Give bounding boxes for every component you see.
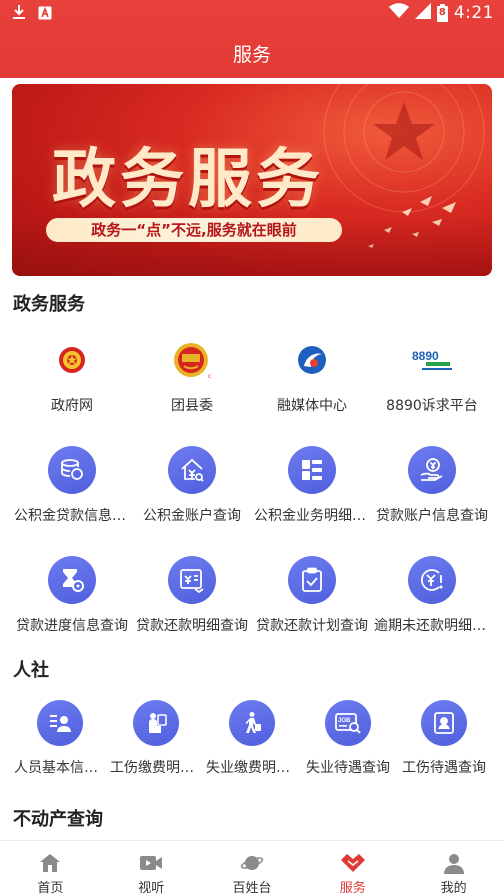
- service-item-loan-account[interactable]: 贷款账户信息查询: [372, 446, 492, 525]
- social-item-label: 人员基本信息查询: [14, 760, 108, 776]
- social-item-unemploy-payment[interactable]: 失业缴费明细查询: [204, 700, 300, 777]
- user-icon: [441, 851, 467, 875]
- social-item-unemploy-benefit[interactable]: JOB 失业待遇查询: [300, 700, 396, 777]
- planet-icon: [239, 851, 265, 875]
- service-item-fund-account[interactable]: 公积金账户查询: [132, 446, 252, 525]
- social-item-injury-payment[interactable]: 工伤缴费明细查询: [108, 700, 204, 777]
- tab-label: 首页: [37, 881, 64, 896]
- handshake-icon: [340, 851, 366, 875]
- service-item-8890[interactable]: 8890 8890诉求平台: [372, 336, 492, 415]
- hotline-8890-icon: 8890: [408, 336, 456, 384]
- page-title: 服务: [232, 44, 271, 66]
- service-item-fund-loan-info[interactable]: 公积金贷款信息查询: [12, 446, 132, 525]
- section-title-social: 人社: [13, 660, 49, 681]
- signal-icon: [414, 3, 431, 23]
- social-item-label: 失业待遇查询: [306, 760, 390, 776]
- service-item-loan-progress[interactable]: 贷款进度信息查询: [12, 556, 132, 635]
- grid-list-icon: [288, 446, 336, 494]
- tab-label: 服务: [339, 881, 366, 896]
- status-bar: 8 4:21: [0, 0, 504, 28]
- svg-text:8890: 8890: [412, 349, 439, 363]
- app-notification-icon: [38, 5, 52, 24]
- service-item-overdue[interactable]: 逾期未还款明细查询: [372, 556, 492, 635]
- tab-mine[interactable]: 我的: [403, 841, 504, 896]
- home-icon: [37, 851, 63, 875]
- tab-label: 百姓台: [232, 881, 272, 896]
- social-item-label: 工伤缴费明细查询: [110, 760, 204, 776]
- social-item-label: 失业缴费明细查询: [206, 760, 300, 776]
- service-item-label: 贷款还款计划查询: [256, 618, 368, 634]
- tab-label: 我的: [440, 881, 467, 896]
- service-item-label: 公积金账户查询: [143, 508, 241, 524]
- service-item-gov-site[interactable]: 政府网: [12, 336, 132, 415]
- job-search-icon: JOB: [325, 700, 371, 746]
- service-item-label: 公积金业务明细查询: [254, 508, 372, 524]
- download-icon: [12, 4, 26, 24]
- section-title-gov: 政务服务: [13, 294, 85, 315]
- clipboard-check-icon: [288, 556, 336, 604]
- service-item-label: 贷款进度信息查询: [16, 618, 128, 634]
- injured-worker-icon: [133, 700, 179, 746]
- service-item-label: 逾期未还款明细查询: [374, 618, 492, 634]
- service-item-label: 团县委: [171, 398, 213, 414]
- service-item-label: 公积金贷款信息查询: [14, 508, 132, 524]
- status-time: 4:21: [453, 3, 494, 23]
- bottom-tab-bar: 首页 视听 百姓台 服务 我的: [0, 840, 504, 896]
- service-item-repay-detail[interactable]: 贷款还款明细查询: [132, 556, 252, 635]
- service-item-label: 贷款账户信息查询: [376, 508, 488, 524]
- banner-carousel[interactable]: 政务服务 政务一“点”不远,服务就在眼前: [12, 84, 492, 276]
- service-item-youth-league[interactable]: c 团县委: [132, 336, 252, 415]
- hand-coin-icon: [408, 446, 456, 494]
- hourglass-gear-icon: [48, 556, 96, 604]
- battery-level: 8: [438, 7, 446, 18]
- walking-person-icon: [229, 700, 275, 746]
- service-item-label: 政府网: [51, 398, 93, 414]
- service-item-label: 贷款还款明细查询: [136, 618, 248, 634]
- svg-text:c: c: [208, 373, 211, 380]
- id-badge-icon: [421, 700, 467, 746]
- video-icon: [138, 851, 164, 875]
- tab-service[interactable]: 服务: [302, 841, 403, 896]
- national-emblem-icon: [48, 336, 96, 384]
- wifi-icon: [388, 3, 409, 23]
- svg-text:JOB: JOB: [338, 718, 351, 724]
- banner-slogan: 政务一“点”不远,服务就在眼前: [46, 218, 342, 242]
- tab-home[interactable]: 首页: [0, 841, 101, 896]
- bill-refresh-icon: [168, 556, 216, 604]
- coins-icon: [48, 446, 96, 494]
- banner-heading: 政务服务: [52, 142, 324, 217]
- youth-league-icon: c: [168, 336, 216, 384]
- social-item-label: 工伤待遇查询: [402, 760, 486, 776]
- tab-label: 视听: [138, 881, 165, 896]
- section-title-realestate: 不动产查询: [13, 809, 103, 830]
- tab-community[interactable]: 百姓台: [202, 841, 303, 896]
- person-card-icon: [37, 700, 83, 746]
- service-item-repay-plan[interactable]: 贷款还款计划查询: [252, 556, 372, 635]
- social-item-personal-info[interactable]: 人员基本信息查询: [12, 700, 108, 777]
- service-item-media-center[interactable]: 融媒体中心: [252, 336, 372, 415]
- battery-icon: 8: [436, 4, 448, 22]
- social-item-injury-benefit[interactable]: 工伤待遇查询: [396, 700, 492, 777]
- tab-video[interactable]: 视听: [101, 841, 202, 896]
- house-yen-icon: [168, 446, 216, 494]
- service-item-fund-detail[interactable]: 公积金业务明细查询: [252, 446, 372, 525]
- service-item-label: 8890诉求平台: [386, 398, 478, 414]
- media-center-icon: [288, 336, 336, 384]
- service-item-label: 融媒体中心: [277, 398, 347, 414]
- app-header: 8 4:21 服务: [0, 0, 504, 78]
- yen-alert-icon: [408, 556, 456, 604]
